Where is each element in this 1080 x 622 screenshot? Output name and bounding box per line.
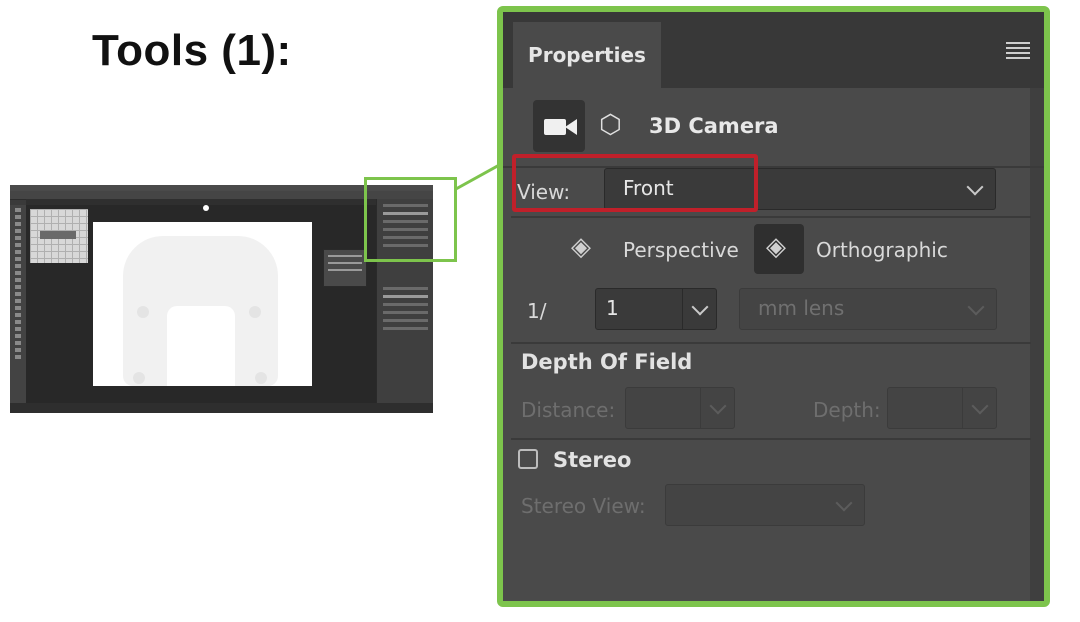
lens-prefix: 1/ xyxy=(527,299,547,323)
stereo-view-dropdown[interactable] xyxy=(665,484,865,526)
focal-length-field[interactable]: 1 xyxy=(595,288,717,330)
thumb-toolbar xyxy=(10,205,26,405)
chevron-down-icon xyxy=(966,178,984,196)
chevron-down-icon[interactable] xyxy=(691,298,709,316)
depth-label: Depth: xyxy=(813,398,881,422)
properties-panel: Properties ⬡ 3D Camera View: Front ◈ Per… xyxy=(503,12,1044,601)
section-label: 3D Camera xyxy=(649,114,779,138)
camera-icon[interactable] xyxy=(533,100,585,152)
lens-unit-placeholder: mm lens xyxy=(758,296,845,320)
tab-properties[interactable]: Properties xyxy=(513,22,661,88)
thumb-3d-grid-preview xyxy=(30,209,88,263)
perspective-cube-icon[interactable]: ◈ xyxy=(571,232,591,262)
divider xyxy=(511,438,1031,440)
properties-panel-callout: Properties ⬡ 3D Camera View: Front ◈ Per… xyxy=(497,6,1050,607)
depth-of-field-title: Depth Of Field xyxy=(521,350,693,374)
thumb-3d-shape xyxy=(123,236,278,386)
orthographic-button[interactable]: ◈ xyxy=(754,224,804,274)
lens-unit-dropdown[interactable]: mm lens xyxy=(739,288,997,330)
orthographic-cube-icon: ◈ xyxy=(766,232,786,262)
thumb-pivot-icon xyxy=(203,205,209,211)
chevron-down-icon xyxy=(967,298,985,316)
stereo-label[interactable]: Stereo xyxy=(553,448,631,472)
chevron-down-icon xyxy=(709,397,727,415)
panel-tab-strip: Properties xyxy=(503,12,1044,88)
orthographic-label[interactable]: Orthographic xyxy=(816,238,948,262)
distance-label: Distance: xyxy=(521,398,616,422)
stereo-checkbox[interactable] xyxy=(518,449,538,469)
depth-field[interactable] xyxy=(887,387,997,429)
divider xyxy=(511,342,1031,344)
distance-field[interactable] xyxy=(625,387,735,429)
thumb-doc-tab xyxy=(26,199,376,205)
thumb-floating-panel xyxy=(323,249,367,287)
thumb-canvas xyxy=(93,222,312,386)
view-highlight xyxy=(512,154,758,212)
chevron-down-icon xyxy=(971,397,989,415)
thumb-statusbar xyxy=(10,403,433,413)
coordinates-icon[interactable]: ⬡ xyxy=(599,110,622,140)
page-heading: Tools (1): xyxy=(92,26,292,75)
panel-menu-icon[interactable] xyxy=(1006,42,1030,62)
focal-length-value: 1 xyxy=(606,296,619,320)
stereo-view-label: Stereo View: xyxy=(521,494,646,518)
connector-line xyxy=(454,163,500,191)
thumb-focus-highlight xyxy=(364,177,457,262)
divider xyxy=(511,216,1031,218)
perspective-label[interactable]: Perspective xyxy=(623,238,739,262)
chevron-down-icon xyxy=(835,494,853,512)
